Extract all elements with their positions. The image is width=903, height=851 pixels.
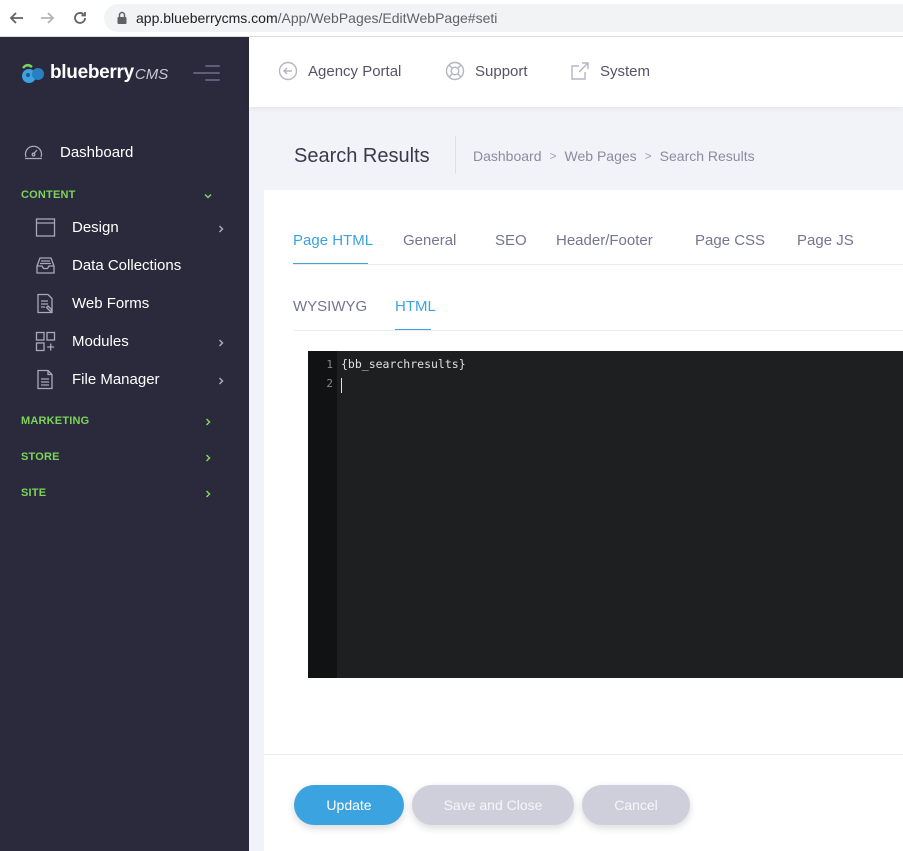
- tab-seo[interactable]: SEO: [495, 232, 527, 249]
- form-icon: [37, 293, 53, 314]
- browser-toolbar: app.blueberrycms.com/App/WebPages/EditWe…: [0, 0, 903, 37]
- topnav-label: System: [600, 62, 651, 80]
- blueberry-logo-icon: [22, 64, 44, 83]
- arrow-left-circle-icon: [278, 61, 298, 81]
- line-number: 2: [326, 377, 333, 390]
- update-button[interactable]: Update: [294, 785, 404, 825]
- dashboard-gauge-icon: [24, 145, 43, 160]
- reload-icon[interactable]: [65, 3, 95, 33]
- breadcrumb-item-web-pages[interactable]: Web Pages: [565, 148, 637, 164]
- sidebar-section-store[interactable]: STORE: [21, 451, 60, 463]
- chevron-right-icon[interactable]: [203, 417, 213, 427]
- sidebar-section-site[interactable]: SITE: [21, 487, 46, 499]
- sidebar-item-design[interactable]: Design: [35, 217, 119, 238]
- lifebuoy-icon: [445, 61, 465, 81]
- hamburger-menu-icon[interactable]: [193, 65, 220, 81]
- breadcrumb-separator-icon: >: [549, 149, 557, 163]
- chevron-right-icon: [218, 339, 224, 347]
- sidebar-item-label: Data Collections: [72, 257, 182, 274]
- brand-logo[interactable]: blueberry CMS: [20, 61, 168, 85]
- topnav-label: Support: [475, 62, 528, 80]
- sidebar-item-data-collections[interactable]: Data Collections: [35, 255, 181, 276]
- sidebar-item-file-manager[interactable]: File Manager: [35, 369, 160, 390]
- lock-icon: [117, 11, 127, 24]
- tabs-divider: [293, 264, 903, 265]
- url-host: app.blueberrycms.com: [136, 10, 278, 26]
- tab-html[interactable]: HTML: [395, 298, 436, 315]
- sidebar-item-label: Web Forms: [72, 295, 150, 312]
- chevron-right-icon: [218, 377, 224, 385]
- code-line[interactable]: {bb_searchresults}: [341, 357, 466, 371]
- brand-name: blueberry: [50, 62, 134, 83]
- layout-icon: [35, 218, 56, 237]
- sidebar-item-label: File Manager: [72, 371, 160, 388]
- code-editor[interactable]: 1 2 {bb_searchresults}: [308, 351, 903, 678]
- url-path: /App/WebPages/EditWebPage#seti: [277, 10, 498, 26]
- topnav-support[interactable]: Support: [445, 61, 528, 81]
- address-bar[interactable]: app.blueberrycms.com/App/WebPages/EditWe…: [104, 4, 903, 32]
- sidebar-item-modules[interactable]: Modules: [35, 331, 129, 352]
- tab-page-css[interactable]: Page CSS: [695, 232, 765, 249]
- inbox-icon: [36, 257, 55, 274]
- sidebar-item-dashboard[interactable]: Dashboard: [23, 142, 133, 163]
- forward-arrow-icon[interactable]: [32, 3, 62, 33]
- tab-header-footer[interactable]: Header/Footer: [556, 232, 653, 249]
- topnav-system[interactable]: System: [570, 61, 650, 81]
- top-header: Agency Portal Support System: [249, 37, 903, 107]
- save-and-close-button[interactable]: Save and Close: [412, 785, 574, 825]
- sidebar-item-label: Modules: [72, 333, 129, 350]
- modules-icon: [35, 331, 56, 352]
- breadcrumb-item-dashboard[interactable]: Dashboard: [473, 148, 542, 164]
- breadcrumb-separator-icon: >: [644, 149, 652, 163]
- breadcrumb: Dashboard > Web Pages > Search Results: [473, 148, 755, 164]
- sidebar-item-label: Design: [72, 219, 119, 236]
- tab-general[interactable]: General: [403, 232, 456, 249]
- tab-wysiwyg[interactable]: WYSIWYG: [293, 298, 367, 315]
- card-footer-divider: [264, 754, 903, 755]
- back-arrow-icon[interactable]: [2, 3, 32, 33]
- line-number: 1: [326, 358, 333, 371]
- brand-suffix: CMS: [134, 65, 169, 83]
- tab-page-html[interactable]: Page HTML: [293, 232, 373, 249]
- sidebar: blueberry CMS Dashboard CONTENT Design D…: [0, 37, 249, 851]
- sidebar-section-content[interactable]: CONTENT: [21, 189, 76, 201]
- external-link-icon: [571, 62, 589, 80]
- sidebar-item-label: Dashboard: [60, 144, 134, 161]
- sidebar-item-web-forms[interactable]: Web Forms: [35, 293, 149, 314]
- chevron-right-icon[interactable]: [203, 453, 213, 463]
- topnav-agency-portal[interactable]: Agency Portal: [278, 61, 401, 81]
- subtabs-divider: [293, 330, 903, 331]
- breadcrumb-item-current: Search Results: [659, 148, 755, 164]
- tab-page-js[interactable]: Page JS: [797, 232, 854, 249]
- url-text: app.blueberrycms.com/App/WebPages/EditWe…: [136, 10, 497, 26]
- page-title: Search Results: [294, 145, 430, 167]
- text-cursor: [341, 378, 342, 393]
- topnav-label: Agency Portal: [308, 62, 402, 80]
- file-icon: [37, 369, 53, 390]
- chevron-down-icon[interactable]: [203, 191, 213, 201]
- line-number-gutter: 1 2: [308, 351, 337, 678]
- chevron-right-icon[interactable]: [203, 489, 213, 499]
- chevron-right-icon: [218, 225, 224, 233]
- cancel-button[interactable]: Cancel: [582, 785, 690, 825]
- subheader-divider: [455, 136, 456, 174]
- sidebar-section-marketing[interactable]: MARKETING: [21, 415, 89, 427]
